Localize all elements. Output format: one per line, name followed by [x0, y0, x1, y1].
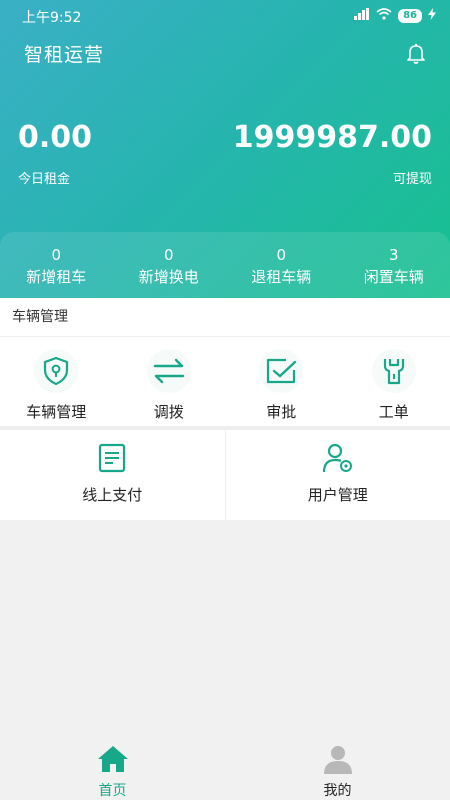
- online-payment-label: 线上支付: [82, 486, 143, 504]
- work-order-label: 工单: [378, 403, 409, 421]
- stats-bar: 0 新增租车 0 新增换电 0 退租车辆 3 闲置车辆: [0, 232, 450, 298]
- nav-profile[interactable]: 我的: [225, 740, 450, 800]
- stat-returned-vehicles[interactable]: 0 退租车辆: [225, 232, 338, 298]
- extra-actions-section: 线上支付 用户管理: [0, 426, 450, 520]
- user-management-button[interactable]: 用户管理: [224, 430, 450, 520]
- stat-value: 0: [51, 246, 62, 264]
- approval-label: 审批: [266, 403, 297, 421]
- stat-new-rental[interactable]: 0 新增租车: [0, 232, 113, 298]
- status-icons: 86: [354, 8, 436, 23]
- nav-profile-label: 我的: [323, 783, 352, 799]
- transfer-label: 调拨: [153, 403, 184, 421]
- stat-value: 0: [163, 246, 174, 264]
- stat-value: 3: [388, 246, 399, 264]
- battery-indicator: 86: [398, 8, 422, 23]
- bottom-nav: 首页 我的: [0, 740, 450, 800]
- dashboard-header: 上午9:52 86 智租运营 0.00 今日租金 1999987.00 可提现 …: [0, 0, 450, 298]
- home-icon: [96, 746, 130, 778]
- approval-button[interactable]: 审批: [225, 337, 338, 422]
- transfer-button[interactable]: 调拨: [113, 337, 226, 422]
- app-title: 智租运营: [24, 44, 105, 66]
- withdrawable-amount[interactable]: 1999987.00: [233, 120, 432, 155]
- transfer-arrows-icon: [138, 347, 200, 395]
- vehicle-management-button[interactable]: 车辆管理: [0, 337, 113, 422]
- bell-icon[interactable]: [404, 41, 428, 65]
- online-payment-button[interactable]: 线上支付: [0, 430, 225, 520]
- vehicle-management-section: 车辆管理 车辆管理 调拨 审批 工单: [0, 298, 450, 426]
- stat-value: 0: [276, 246, 287, 264]
- stat-label: 退租车辆: [251, 268, 312, 286]
- wrench-icon: [363, 347, 425, 395]
- user-management-label: 用户管理: [307, 486, 368, 504]
- work-order-button[interactable]: 工单: [338, 337, 450, 422]
- vehicle-actions-grid: 车辆管理 调拨 审批 工单: [0, 337, 450, 422]
- charging-icon: [428, 8, 436, 23]
- withdrawable-label[interactable]: 可提现: [393, 168, 432, 187]
- nav-home-label: 首页: [98, 783, 127, 799]
- shield-icon: [25, 347, 87, 395]
- stat-label: 新增租车: [26, 268, 87, 286]
- nav-home[interactable]: 首页: [0, 740, 225, 800]
- today-rent-amount: 0.00: [18, 120, 93, 155]
- user-settings-icon: [321, 443, 355, 478]
- stat-idle-vehicles[interactable]: 3 闲置车辆: [338, 232, 450, 298]
- section-title: 车辆管理: [0, 298, 450, 337]
- today-rent-label: 今日租金: [18, 172, 71, 187]
- stat-new-battery-swap[interactable]: 0 新增换电: [113, 232, 226, 298]
- status-time: 上午9:52: [22, 10, 82, 26]
- stat-label: 新增换电: [138, 268, 199, 286]
- profile-icon: [321, 746, 355, 778]
- wifi-icon: [376, 8, 392, 23]
- stat-label: 闲置车辆: [363, 268, 424, 286]
- vehicle-management-label: 车辆管理: [26, 403, 87, 421]
- document-icon: [95, 443, 129, 478]
- status-bar: 上午9:52 86: [0, 0, 450, 32]
- approval-check-icon: [250, 347, 312, 395]
- signal-icon: [354, 8, 370, 23]
